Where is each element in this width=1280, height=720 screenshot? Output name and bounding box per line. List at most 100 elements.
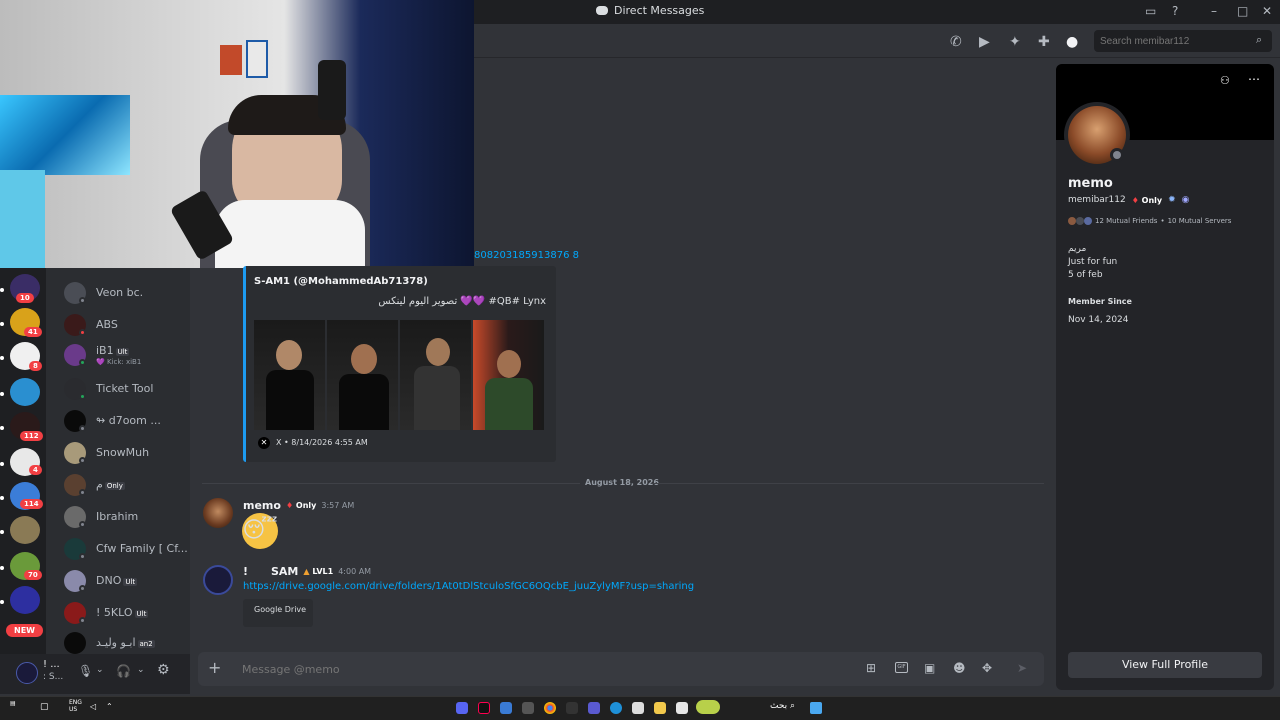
tiktok-taskbar-icon[interactable]	[478, 702, 490, 714]
maximize-button[interactable]: □	[1237, 4, 1248, 18]
guild-tag[interactable]: ♦ Only	[1132, 196, 1162, 205]
embed-title[interactable]: Google Drive	[254, 605, 306, 614]
store-taskbar-icon[interactable]	[632, 702, 644, 714]
nitro-badge-icon[interactable]: ✹	[1168, 195, 1176, 205]
headphones-icon[interactable]: 🎧	[116, 664, 131, 678]
minimize-button[interactable]: –	[1211, 4, 1217, 18]
dm-item[interactable]: ↬ d7oom ...	[64, 408, 188, 436]
dm-name: Cfw Family [ Cf...	[96, 542, 188, 555]
chevron-down-icon[interactable]: ⌄	[137, 665, 145, 675]
user-profile-icon[interactable]: ●	[1066, 34, 1078, 50]
message-composer: + ⊞ GIF ▣ ☻ ✥ ➤	[198, 652, 1044, 686]
start-windows-icon[interactable]	[810, 702, 822, 714]
gif-icon[interactable]: GIF	[895, 662, 908, 673]
mutual-friends[interactable]: 12 Mutual Friends	[1095, 217, 1157, 225]
message-link[interactable]: https://drive.google.com/drive/folders/1…	[243, 581, 694, 592]
avatar[interactable]	[203, 498, 233, 528]
help-icon[interactable]: ?	[1172, 4, 1178, 18]
wall-poster	[220, 45, 242, 75]
message-author[interactable]: ! SAM	[243, 565, 298, 578]
pin-icon[interactable]: ✦	[1009, 34, 1021, 50]
dm-item[interactable]: Ticket Tool	[64, 376, 188, 404]
dm-item[interactable]: DNO Ult	[64, 568, 188, 596]
gem-icon: ♦	[285, 501, 294, 510]
message-author[interactable]: memo	[243, 499, 281, 512]
video-call-icon[interactable]: ▶	[979, 34, 990, 50]
microphone-icon[interactable]: 🎙	[78, 664, 93, 678]
dm-item[interactable]: م Only	[64, 472, 188, 500]
app-taskbar-icon[interactable]	[500, 702, 512, 714]
dm-name: ↬ d7oom ...	[96, 414, 161, 427]
search-icon[interactable]: ⌕	[790, 701, 795, 711]
taskbar-search-label[interactable]: بحث	[770, 701, 787, 711]
dm-item[interactable]: Cfw Family [ Cf...	[64, 536, 188, 564]
app-taskbar-icon[interactable]	[588, 702, 600, 714]
sleeping-emoji: 😴	[242, 513, 278, 549]
dm-item[interactable]: iB1 Ult 💜 Kick: xiB1	[64, 342, 188, 370]
dm-item[interactable]: Ibrahim	[64, 504, 188, 532]
mutual-servers[interactable]: 10 Mutual Servers	[1168, 217, 1232, 225]
dm-item[interactable]: Veon bc.	[64, 280, 188, 308]
chrome-taskbar-icon[interactable]	[544, 702, 556, 714]
message-input[interactable]	[242, 660, 792, 678]
dm-item[interactable]: ! 5KLO Ult	[64, 600, 188, 628]
unread-indicator	[0, 496, 4, 500]
guild-tag[interactable]: ♦ Only	[286, 501, 316, 510]
settings-gear-icon[interactable]: ⚙	[157, 662, 170, 678]
mutuals-row[interactable]: 12 Mutual Friends • 10 Mutual Servers	[1068, 217, 1231, 225]
server-icon[interactable]	[10, 378, 40, 406]
embed-image[interactable]	[400, 320, 471, 430]
unread-indicator	[0, 288, 4, 292]
boost-badge-icon[interactable]: ◉	[1182, 195, 1190, 205]
embed-text: تصوير اليوم لينكس 💜💜 #QB# Lynx	[378, 296, 546, 307]
sticker-icon[interactable]: ▣	[924, 661, 935, 675]
notification-badge: 10	[16, 293, 34, 303]
widget-taskbar-icon[interactable]	[696, 700, 720, 714]
language-indicator[interactable]: ENG US	[69, 699, 82, 713]
notification-badge: 70	[24, 570, 42, 580]
guild-tag[interactable]: ▲ LVL1	[303, 567, 333, 576]
search-input[interactable]	[1094, 30, 1272, 52]
apps-icon[interactable]: ✥	[982, 661, 992, 675]
search-icon[interactable]: ⌕	[1256, 33, 1262, 47]
add-friend-icon[interactable]: ⚇	[1220, 74, 1230, 87]
discord-taskbar-icon[interactable]	[456, 702, 468, 714]
status-indicator	[79, 521, 86, 528]
inbox-icon[interactable]: ▭	[1145, 4, 1156, 18]
avatar[interactable]	[203, 565, 233, 595]
embed-author[interactable]: S-AM1 (@MohammedAb71378)	[254, 276, 428, 287]
app-taskbar-icon[interactable]	[676, 702, 688, 714]
file-explorer-taskbar-icon[interactable]	[654, 702, 666, 714]
app-taskbar-icon[interactable]	[522, 702, 534, 714]
view-full-profile-button[interactable]: View Full Profile	[1068, 652, 1262, 678]
upload-plus-icon[interactable]: +	[208, 658, 221, 677]
emoji-icon[interactable]: ☻	[953, 661, 966, 675]
avatar[interactable]	[16, 662, 38, 684]
edge-taskbar-icon[interactable]	[610, 702, 622, 714]
embed-image[interactable]	[473, 320, 544, 430]
embed-image[interactable]	[327, 320, 398, 430]
new-unreads-pill[interactable]: NEW	[6, 624, 43, 637]
dm-item[interactable]: SnowMuh	[64, 440, 188, 468]
profile-bio-line: 5 of feb	[1068, 270, 1103, 280]
close-button[interactable]: ✕	[1262, 4, 1272, 18]
volume-icon[interactable]: ◁	[90, 702, 96, 711]
dm-item[interactable]: ABS	[64, 312, 188, 340]
user-name: ! ...	[43, 659, 60, 670]
send-icon[interactable]: ➤	[1017, 661, 1027, 675]
embed-image[interactable]	[254, 320, 325, 430]
terminal-taskbar-icon[interactable]	[566, 702, 578, 714]
gift-icon[interactable]: ⊞	[866, 661, 876, 675]
clock-icon[interactable]: ▤	[10, 700, 32, 714]
server-icon[interactable]	[10, 516, 40, 544]
voice-call-icon[interactable]: ✆	[950, 34, 962, 50]
notifications-icon[interactable]: ▢	[40, 702, 49, 712]
tray-chevron-up-icon[interactable]: ⌃	[106, 702, 113, 711]
add-friends-icon[interactable]: ✚	[1038, 34, 1050, 50]
server-icon[interactable]	[10, 586, 40, 614]
more-options-icon[interactable]: ⋯	[1248, 72, 1260, 86]
hanging-bag	[318, 60, 346, 120]
desk-pc	[0, 170, 45, 268]
chevron-down-icon[interactable]: ⌄	[96, 665, 104, 675]
message-link[interactable]: 808203185913876 8	[474, 250, 579, 261]
